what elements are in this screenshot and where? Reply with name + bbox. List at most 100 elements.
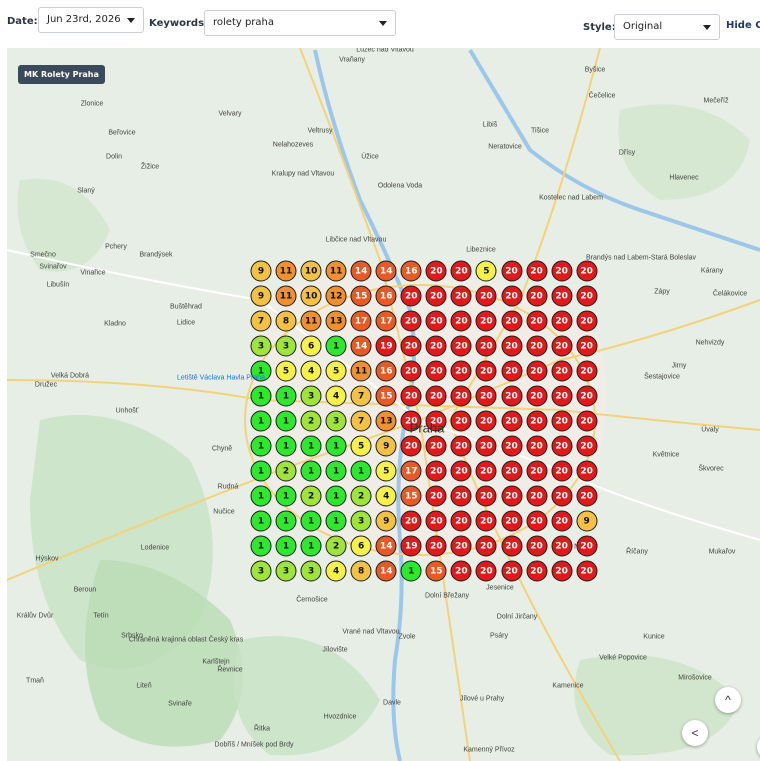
rank-pin[interactable]: 20 [425, 285, 447, 307]
rank-pin[interactable]: 20 [526, 310, 548, 332]
rank-pin[interactable]: 20 [526, 260, 548, 282]
rank-pin[interactable]: 11 [350, 360, 372, 382]
rank-pin[interactable]: 20 [551, 510, 573, 532]
rank-pin[interactable]: 20 [526, 435, 548, 457]
hide-competitors-link[interactable]: Hide Co [726, 20, 760, 31]
rank-pin[interactable]: 1 [250, 510, 272, 532]
rank-pin[interactable]: 4 [325, 385, 347, 407]
rank-pin[interactable]: 20 [425, 360, 447, 382]
rank-pin[interactable]: 20 [551, 535, 573, 557]
rank-pin[interactable]: 1 [325, 510, 347, 532]
rank-pin[interactable]: 20 [501, 485, 522, 507]
rank-pin[interactable]: 5 [350, 435, 372, 457]
rank-pin[interactable]: 20 [475, 535, 497, 557]
rank-pin[interactable]: 20 [425, 260, 447, 282]
rank-pin[interactable]: 1 [300, 460, 322, 482]
rank-pin[interactable]: 20 [526, 410, 548, 432]
rank-pin[interactable]: 20 [551, 335, 573, 357]
style-select[interactable]: Original [614, 14, 720, 40]
rank-pin[interactable]: 20 [576, 335, 598, 357]
rank-pin[interactable]: 2 [350, 485, 372, 507]
rank-pin[interactable]: 20 [551, 485, 573, 507]
rank-pin[interactable]: 11 [275, 285, 297, 307]
rank-pin[interactable]: 20 [450, 310, 472, 332]
rank-pin[interactable]: 20 [450, 535, 472, 557]
rank-pin[interactable]: 20 [425, 335, 447, 357]
rank-pin[interactable]: 20 [526, 360, 548, 382]
rank-pin[interactable]: 20 [576, 385, 598, 407]
rank-pin[interactable]: 20 [526, 535, 548, 557]
rank-pin[interactable]: 20 [475, 460, 497, 482]
rank-pin[interactable]: 11 [275, 260, 297, 282]
rank-pin[interactable]: 17 [375, 310, 397, 332]
rank-pin[interactable]: 17 [400, 460, 422, 482]
rank-pin[interactable]: 20 [475, 485, 497, 507]
rank-pin[interactable]: 6 [300, 335, 322, 357]
rank-pin[interactable]: 20 [501, 260, 522, 282]
rank-pin[interactable]: 1 [275, 510, 297, 532]
rank-pin[interactable]: 20 [425, 385, 447, 407]
rank-pin[interactable]: 20 [501, 335, 522, 357]
rank-pin[interactable]: 17 [350, 310, 372, 332]
rank-pin[interactable]: 3 [300, 560, 322, 582]
rank-pin[interactable]: 20 [475, 310, 497, 332]
rank-pin[interactable]: 20 [450, 410, 472, 432]
rank-pin[interactable]: 20 [576, 410, 598, 432]
rank-pin[interactable]: 14 [375, 560, 397, 582]
rank-pin[interactable]: 19 [375, 335, 397, 357]
rank-pin[interactable]: 14 [350, 335, 372, 357]
rank-pin[interactable]: 20 [450, 435, 472, 457]
rank-pin[interactable]: 20 [450, 485, 472, 507]
rank-pin[interactable]: 3 [350, 510, 372, 532]
rank-pin[interactable]: 20 [425, 485, 447, 507]
rank-pin[interactable]: 5 [475, 260, 497, 282]
rank-pin[interactable]: 20 [425, 310, 447, 332]
rank-pin[interactable]: 20 [425, 510, 447, 532]
rank-pin[interactable]: 20 [576, 560, 598, 582]
rank-pin[interactable]: 20 [450, 260, 472, 282]
rank-pin[interactable]: 9 [250, 260, 272, 282]
rank-pin[interactable]: 19 [400, 535, 422, 557]
rank-pin[interactable]: 20 [526, 485, 548, 507]
rank-pin[interactable]: 8 [350, 560, 372, 582]
rank-pin[interactable]: 1 [325, 460, 347, 482]
rank-pin[interactable]: 20 [501, 285, 522, 307]
rank-pin[interactable]: 1 [275, 385, 297, 407]
rank-pin[interactable]: 20 [576, 310, 598, 332]
rank-pin[interactable]: 20 [551, 260, 573, 282]
rank-pin[interactable]: 20 [450, 460, 472, 482]
rank-pin[interactable]: 20 [526, 335, 548, 357]
rank-pin[interactable]: 20 [526, 510, 548, 532]
rank-pin[interactable]: 20 [526, 560, 548, 582]
rank-pin[interactable]: 1 [250, 460, 272, 482]
rank-pin[interactable]: 20 [475, 360, 497, 382]
rank-pin[interactable]: 5 [375, 460, 397, 482]
rank-pin[interactable]: 20 [551, 560, 573, 582]
rank-pin[interactable]: 20 [450, 360, 472, 382]
rank-pin[interactable]: 9 [375, 510, 397, 532]
rank-pin[interactable]: 20 [475, 410, 497, 432]
rank-pin[interactable]: 20 [551, 285, 573, 307]
rank-pin[interactable]: 1 [275, 410, 297, 432]
rank-pin[interactable]: 20 [475, 510, 497, 532]
rank-pin[interactable]: 20 [576, 435, 598, 457]
rank-pin[interactable]: 20 [576, 485, 598, 507]
rank-pin[interactable]: 10 [300, 260, 322, 282]
rank-pin[interactable]: 9 [250, 285, 272, 307]
rank-pin[interactable]: 3 [275, 560, 297, 582]
rank-pin[interactable]: 3 [250, 335, 272, 357]
rank-pin[interactable]: 20 [526, 385, 548, 407]
rank-pin[interactable]: 20 [501, 435, 522, 457]
rank-pin[interactable]: 15 [350, 285, 372, 307]
rank-pin[interactable]: 20 [576, 260, 598, 282]
keywords-select[interactable]: rolety praha [204, 10, 396, 36]
rank-pin[interactable]: 20 [551, 360, 573, 382]
rank-pin[interactable]: 20 [475, 335, 497, 357]
rank-pin[interactable]: 20 [475, 435, 497, 457]
rank-pin[interactable]: 20 [400, 360, 422, 382]
rank-pin[interactable]: 7 [350, 410, 372, 432]
rank-pin[interactable]: 20 [576, 535, 598, 557]
rank-pin[interactable]: 1 [250, 385, 272, 407]
rank-pin[interactable]: 1 [275, 435, 297, 457]
rank-pin[interactable]: 15 [375, 385, 397, 407]
